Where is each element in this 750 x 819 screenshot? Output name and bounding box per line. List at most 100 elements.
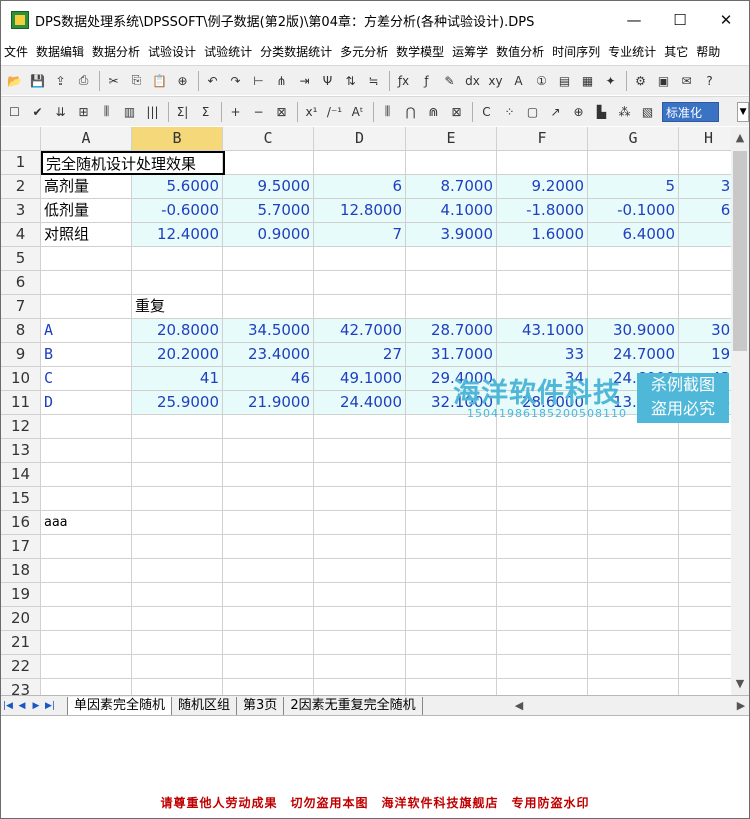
menu-item[interactable]: 多元分析 <box>340 43 388 60</box>
row-header[interactable]: 5 <box>1 247 41 271</box>
cell[interactable] <box>132 463 223 487</box>
cell[interactable] <box>588 655 679 679</box>
cell[interactable] <box>223 415 314 439</box>
cell[interactable] <box>406 415 497 439</box>
cell[interactable]: 3.9000 <box>406 223 497 247</box>
sheet-tab[interactable]: 第3页 <box>237 696 285 715</box>
cell[interactable]: 9.2000 <box>497 175 588 199</box>
cell[interactable] <box>679 439 731 463</box>
document-icon[interactable]: ▧ <box>637 102 658 122</box>
next-sheet-icon[interactable]: ▶ <box>29 701 43 711</box>
cell[interactable] <box>679 247 731 271</box>
last-sheet-icon[interactable]: ▶| <box>43 701 57 711</box>
cell[interactable] <box>406 439 497 463</box>
cell[interactable]: 41 <box>132 367 223 391</box>
cell[interactable]: D <box>41 391 132 415</box>
cell[interactable]: -0.1000 <box>588 199 679 223</box>
row-header[interactable]: 23 <box>1 679 41 695</box>
cell[interactable]: 30.9000 <box>588 319 679 343</box>
style-select[interactable]: 标准化 <box>662 101 720 122</box>
power-icon[interactable]: x¹ <box>301 102 322 122</box>
cell[interactable] <box>588 463 679 487</box>
cell[interactable]: 12.8000 <box>314 199 406 223</box>
cell[interactable]: 8.7000 <box>406 175 497 199</box>
filter-icon[interactable]: ≒ <box>363 71 384 91</box>
cell[interactable]: 6.4000 <box>588 223 679 247</box>
cell[interactable] <box>588 679 679 695</box>
cell[interactable]: 49.1000 <box>314 367 406 391</box>
function-list-icon[interactable]: ƒ <box>416 71 437 91</box>
cell[interactable] <box>406 535 497 559</box>
column-header[interactable]: G <box>588 127 679 151</box>
cell[interactable] <box>132 487 223 511</box>
column-header[interactable]: H <box>679 127 731 151</box>
cell[interactable] <box>41 631 132 655</box>
bar-chart-icon[interactable]: ▙ <box>591 102 612 122</box>
cell[interactable] <box>679 151 731 175</box>
row-header[interactable]: 11 <box>1 391 41 415</box>
menu-item[interactable]: 数学模型 <box>396 43 444 60</box>
font-color-icon[interactable]: A <box>508 71 529 91</box>
row-header[interactable]: 12 <box>1 415 41 439</box>
cell[interactable]: C <box>41 367 132 391</box>
sum-icon[interactable]: Σ| <box>172 102 193 122</box>
vertical-scrollbar[interactable]: ▲ ▼ <box>731 127 749 695</box>
menu-item[interactable]: 数据编辑 <box>36 43 84 60</box>
cell[interactable] <box>497 535 588 559</box>
column-split-icon[interactable]: ||| <box>142 102 163 122</box>
cell[interactable] <box>406 559 497 583</box>
cell[interactable] <box>223 679 314 695</box>
cell[interactable]: 34 <box>497 367 588 391</box>
add-icon[interactable]: + <box>225 102 246 122</box>
cell[interactable] <box>132 655 223 679</box>
open-icon[interactable]: 📂 <box>4 71 25 91</box>
cell[interactable] <box>314 583 406 607</box>
cell[interactable]: 24.4000 <box>314 391 406 415</box>
cell[interactable]: 1.6000 <box>497 223 588 247</box>
row-header[interactable]: 7 <box>1 295 41 319</box>
cell[interactable] <box>406 487 497 511</box>
menu-item[interactable]: 专业统计 <box>608 43 656 60</box>
cell[interactable]: 34.5000 <box>223 319 314 343</box>
redo-icon[interactable]: ↷ <box>225 71 246 91</box>
cell[interactable] <box>132 511 223 535</box>
chart-icon[interactable]: ▤ <box>554 71 575 91</box>
cell[interactable]: 6. <box>679 199 731 223</box>
dx-icon[interactable]: dx <box>462 71 483 91</box>
menu-item[interactable]: 时间序列 <box>552 43 600 60</box>
cell[interactable]: 13.7000 <box>588 391 679 415</box>
cell[interactable] <box>497 607 588 631</box>
cell[interactable]: -0.6000 <box>132 199 223 223</box>
cell[interactable]: 31.7000 <box>406 343 497 367</box>
sheet-tab[interactable]: 随机区组 <box>172 696 238 715</box>
cell[interactable] <box>679 607 731 631</box>
cell[interactable]: 24.7000 <box>588 343 679 367</box>
cell[interactable]: 46 <box>223 367 314 391</box>
multiply-icon[interactable]: ⊠ <box>271 102 292 122</box>
cell[interactable] <box>314 247 406 271</box>
print-icon[interactable]: ⎙ <box>73 71 94 91</box>
row-header[interactable]: 19 <box>1 583 41 607</box>
cell[interactable] <box>679 655 731 679</box>
scroll-down-icon[interactable]: ▼ <box>731 675 749 691</box>
sort-icon[interactable]: ⇅ <box>340 71 361 91</box>
normal-curve-icon[interactable]: ⋂ <box>400 102 421 122</box>
cell[interactable] <box>588 631 679 655</box>
cell[interactable] <box>497 415 588 439</box>
cell[interactable]: 0.9000 <box>223 223 314 247</box>
cell[interactable] <box>679 535 731 559</box>
cell[interactable]: 28.7000 <box>406 319 497 343</box>
cell[interactable]: 21.9000 <box>223 391 314 415</box>
chevron-down-icon[interactable]: ▼ <box>737 101 749 122</box>
cell[interactable] <box>41 583 132 607</box>
cell[interactable] <box>223 271 314 295</box>
cell[interactable] <box>588 271 679 295</box>
column-header[interactable]: D <box>314 127 406 151</box>
cell[interactable] <box>588 511 679 535</box>
row-header[interactable]: 13 <box>1 439 41 463</box>
cell[interactable] <box>41 655 132 679</box>
cell[interactable]: 30. <box>679 319 731 343</box>
scroll-right-icon[interactable]: ▶ <box>733 698 749 714</box>
row-header[interactable]: 9 <box>1 343 41 367</box>
insert-row-icon[interactable]: ⇊ <box>50 102 71 122</box>
